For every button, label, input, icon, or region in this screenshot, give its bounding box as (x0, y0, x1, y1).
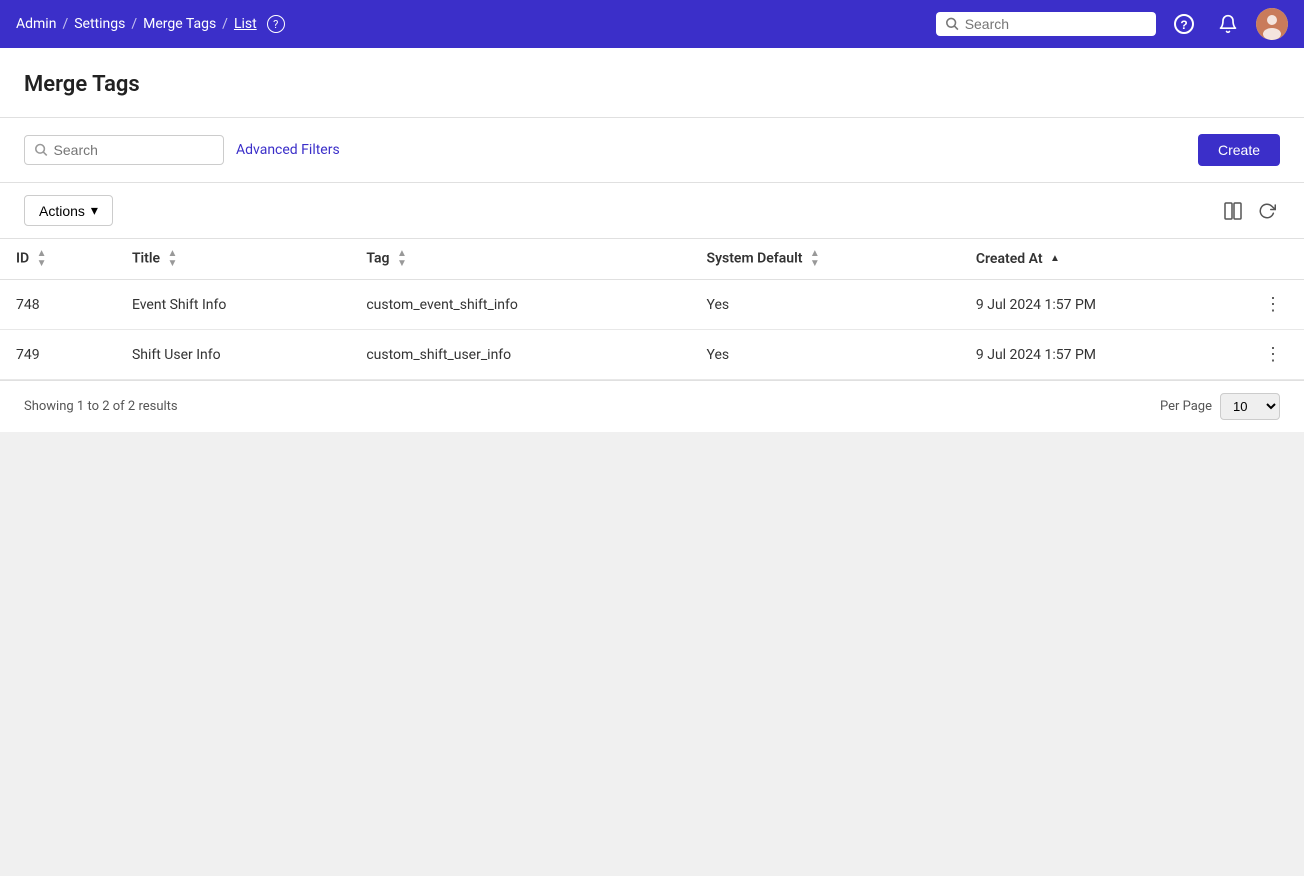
notifications-button[interactable] (1212, 8, 1244, 40)
toolbar-right (1220, 198, 1280, 224)
svg-text:?: ? (1180, 18, 1187, 32)
actions-label: Actions (39, 203, 85, 219)
refresh-icon (1258, 202, 1276, 220)
col-title[interactable]: Title ▲▼ (116, 239, 350, 280)
cell-tag-1: custom_shift_user_info (350, 330, 690, 380)
create-button[interactable]: Create (1198, 134, 1280, 166)
avatar-icon (1256, 8, 1288, 40)
cell-row-actions-0: ⋮ (1242, 280, 1304, 330)
help-icon: ? (1174, 14, 1194, 34)
cell-system-default-1: Yes (691, 330, 960, 380)
per-page-container: Per Page 10 25 50 100 (1160, 393, 1280, 420)
nav-right: ? (936, 8, 1288, 40)
sort-tag-icon: ▲▼ (397, 249, 407, 269)
actions-button[interactable]: Actions ▾ (24, 195, 113, 226)
breadcrumb-sep-3: / (222, 16, 228, 32)
breadcrumb-merge-tags[interactable]: Merge Tags (143, 16, 216, 32)
filter-search-icon (35, 143, 48, 157)
cell-title-1: Shift User Info (116, 330, 350, 380)
breadcrumb-admin[interactable]: Admin (16, 16, 56, 32)
col-id[interactable]: ID ▲▼ (0, 239, 116, 280)
sort-id-icon: ▲▼ (37, 249, 47, 269)
breadcrumb: Admin / Settings / Merge Tags / List ? (16, 15, 928, 33)
cell-title-0: Event Shift Info (116, 280, 350, 330)
filter-bar: Advanced Filters Create (0, 117, 1304, 182)
per-page-select[interactable]: 10 25 50 100 (1220, 393, 1280, 420)
top-navigation: Admin / Settings / Merge Tags / List ? ? (0, 0, 1304, 48)
filter-search-input[interactable] (54, 142, 213, 158)
gray-area (0, 432, 1304, 832)
cell-created-at-0: 9 Jul 2024 1:57 PM (960, 280, 1242, 330)
cell-created-at-1: 9 Jul 2024 1:57 PM (960, 330, 1242, 380)
page-content: Merge Tags (0, 48, 1304, 117)
data-table: ID ▲▼ Title ▲▼ Tag ▲▼ System Default ▲▼ … (0, 238, 1304, 380)
actions-chevron-icon: ▾ (91, 202, 98, 219)
columns-toggle-button[interactable] (1220, 198, 1246, 224)
table-toolbar: Actions ▾ (0, 183, 1304, 238)
showing-text: Showing 1 to 2 of 2 results (24, 399, 178, 414)
filter-search-container[interactable] (24, 135, 224, 165)
cell-tag-0: custom_event_shift_info (350, 280, 690, 330)
col-tag[interactable]: Tag ▲▼ (350, 239, 690, 280)
sort-system-default-icon: ▲▼ (810, 249, 820, 269)
cell-row-actions-1: ⋮ (1242, 330, 1304, 380)
refresh-button[interactable] (1254, 198, 1280, 224)
row-actions-button-1[interactable]: ⋮ (1258, 342, 1288, 367)
page-title: Merge Tags (24, 72, 1280, 117)
breadcrumb-settings[interactable]: Settings (74, 16, 125, 32)
col-created-at[interactable]: Created At ▲ (960, 239, 1242, 280)
bell-icon (1218, 14, 1238, 34)
avatar[interactable] (1256, 8, 1288, 40)
help-button[interactable]: ? (1168, 8, 1200, 40)
col-actions (1242, 239, 1304, 280)
advanced-filters-link[interactable]: Advanced Filters (236, 142, 340, 158)
breadcrumb-sep-2: / (131, 16, 137, 32)
cell-id-0: 748 (0, 280, 116, 330)
table-header-row: ID ▲▼ Title ▲▼ Tag ▲▼ System Default ▲▼ … (0, 239, 1304, 280)
columns-icon (1224, 202, 1242, 220)
cell-id-1: 749 (0, 330, 116, 380)
table-row: 748 Event Shift Info custom_event_shift_… (0, 280, 1304, 330)
table-row: 749 Shift User Info custom_shift_user_in… (0, 330, 1304, 380)
breadcrumb-sep-1: / (62, 16, 68, 32)
sort-title-icon: ▲▼ (168, 249, 178, 269)
global-search-input[interactable] (965, 16, 1146, 32)
search-icon (946, 17, 959, 31)
table-footer: Showing 1 to 2 of 2 results Per Page 10 … (0, 380, 1304, 432)
sort-created-at-icon: ▲ (1050, 254, 1060, 264)
cell-system-default-0: Yes (691, 280, 960, 330)
row-actions-button-0[interactable]: ⋮ (1258, 292, 1288, 317)
table-section: Actions ▾ ID ▲▼ (0, 182, 1304, 432)
global-search-bar[interactable] (936, 12, 1156, 36)
info-icon[interactable]: ? (267, 15, 285, 33)
col-system-default[interactable]: System Default ▲▼ (691, 239, 960, 280)
per-page-label: Per Page (1160, 399, 1212, 414)
breadcrumb-list: List (234, 16, 257, 32)
